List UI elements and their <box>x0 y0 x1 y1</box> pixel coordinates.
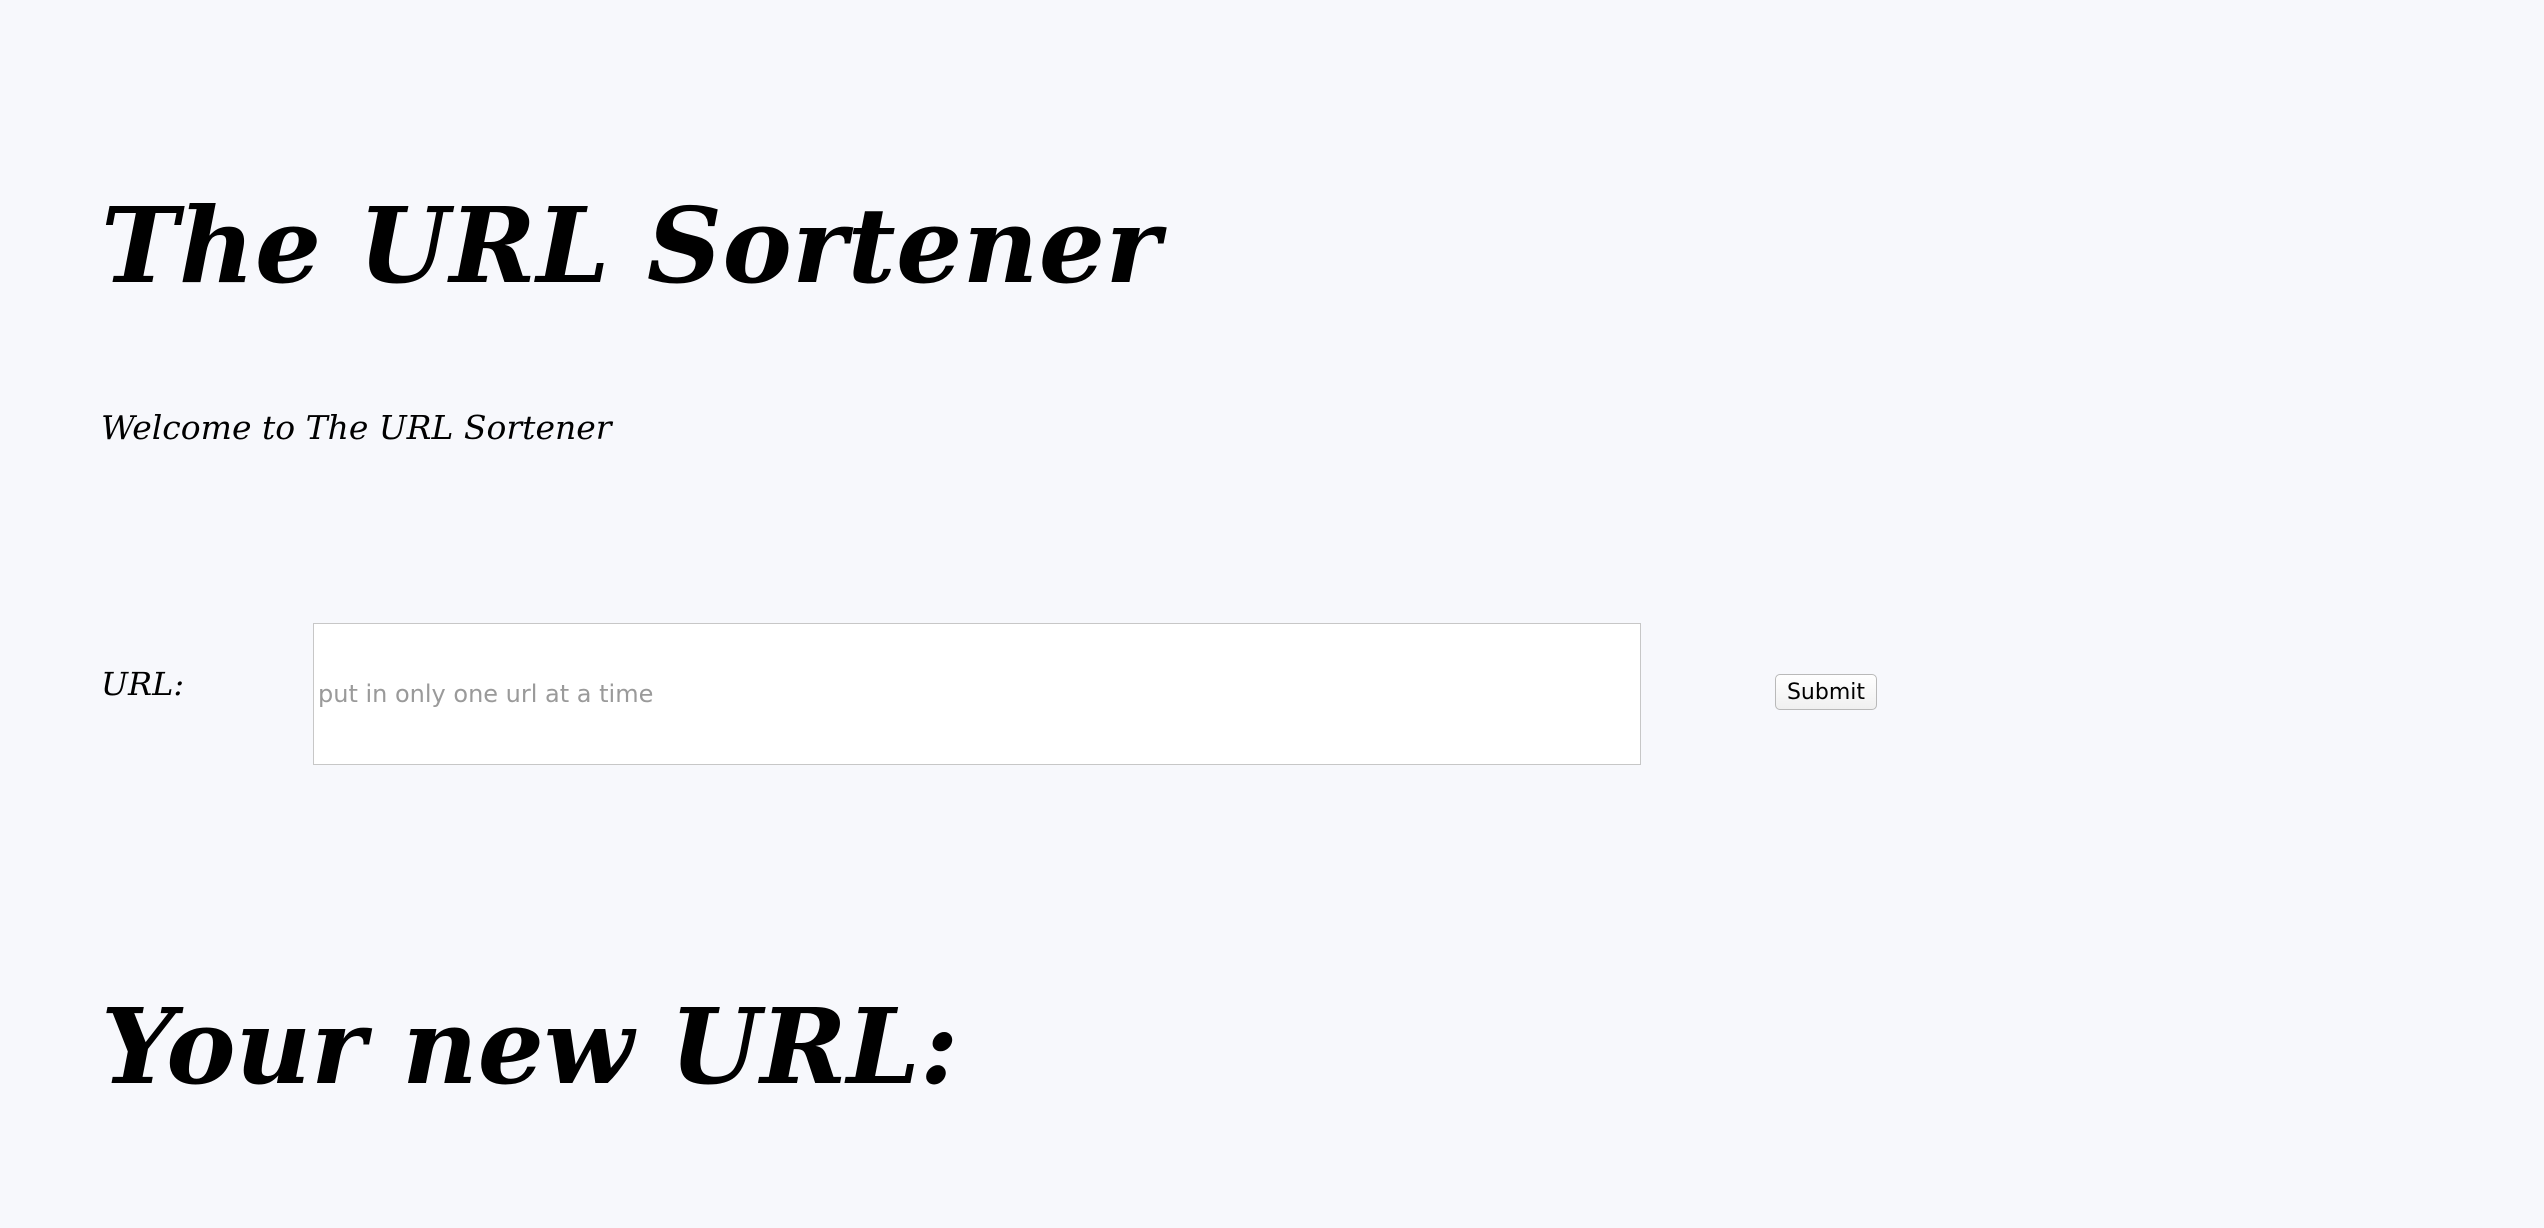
welcome-text: Welcome to The URL Sortener <box>101 408 612 447</box>
page-title: The URL Sortener <box>101 184 1161 307</box>
url-input[interactable] <box>313 623 1641 765</box>
result-heading: Your new URL: <box>101 985 959 1108</box>
submit-button[interactable]: Submit <box>1775 674 1877 710</box>
url-label: URL: <box>101 665 185 703</box>
